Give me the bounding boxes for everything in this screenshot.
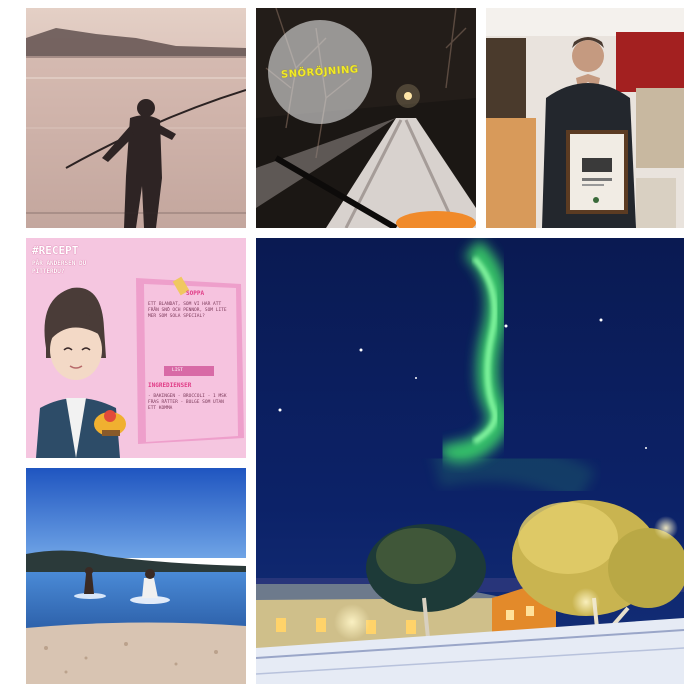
photo-man-holding-certificate-icon: [486, 8, 684, 228]
soup-heading: SOPPA: [186, 290, 205, 297]
recipe-graphic-tile[interactable]: #RECEPT PÅR ANDERSEN DU PITTERDU? SOPPA …: [26, 238, 246, 458]
ingredients-heading: INGREDIENSER: [148, 382, 192, 389]
recipe-subtitle: PÅR ANDERSEN DU PITTERDU?: [32, 260, 87, 275]
fishing-photo-tile[interactable]: [26, 8, 246, 228]
photo-northern-lights-over-village-icon: [256, 238, 684, 684]
snow-clearing-badge: SNÖRÖJNING: [268, 20, 372, 124]
aurora-photo-tile[interactable]: [256, 238, 684, 684]
ingredients-label: LIST: [172, 368, 183, 373]
photo-swimmers-in-lake-icon: [26, 468, 246, 684]
photo-fishing-at-sunset-icon: [26, 8, 246, 228]
award-photo-tile[interactable]: [486, 8, 684, 228]
recipe-hashtag: #RECEPT: [32, 244, 79, 257]
ingredients-text: - BAKINGEN - BROCCOLI - 1 MSK FRAS RÄTTE…: [148, 394, 227, 411]
snow-clearing-badge-text: SNÖRÖJNING: [280, 63, 360, 81]
snow-clearing-photo-tile[interactable]: SNÖRÖJNING: [256, 8, 476, 228]
lake-swim-photo-tile[interactable]: [26, 468, 246, 684]
soup-text: ETT BLANDAT, SOM VI HAR ATT FRÅN SNÖ OCH…: [148, 302, 227, 319]
